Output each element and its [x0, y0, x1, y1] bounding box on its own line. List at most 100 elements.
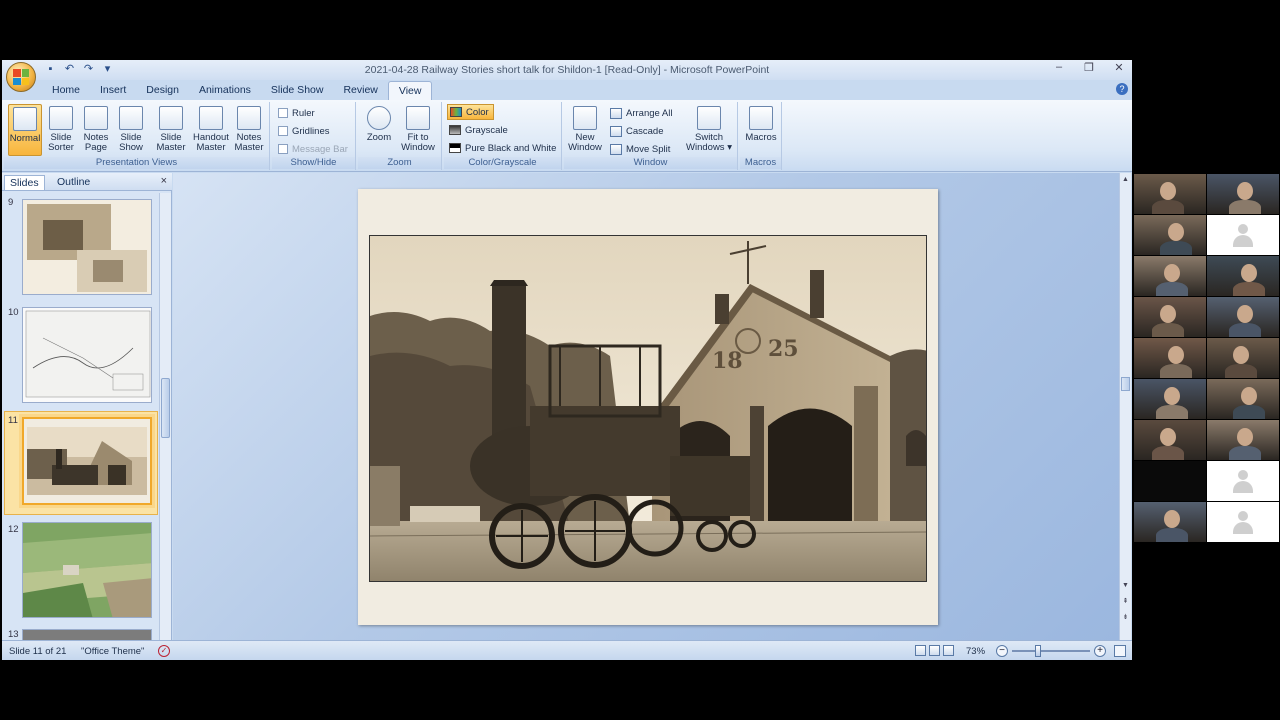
tab-insert[interactable]: Insert: [90, 81, 136, 100]
slide-thumbnail-10[interactable]: [22, 307, 152, 403]
zoom-slider[interactable]: [1012, 650, 1090, 652]
normal-view-icon: [13, 107, 37, 131]
sepia-photo-image: 18 25: [370, 236, 926, 581]
participant-body: [1152, 323, 1184, 337]
slide-sorter-button[interactable]: Slide Sorter: [44, 104, 78, 156]
participant-face: [1237, 182, 1253, 200]
notes-page-icon: [84, 106, 108, 130]
zoom-level[interactable]: 73%: [966, 646, 985, 657]
slide-thumbnail-13[interactable]: [22, 629, 152, 640]
macros-button[interactable]: Macros: [744, 104, 778, 156]
zoom-button[interactable]: Zoom: [362, 104, 396, 156]
participant-video-tile[interactable]: [1207, 215, 1279, 255]
zoom-slider-knob[interactable]: [1035, 645, 1041, 657]
group-label-window: Window: [564, 157, 737, 169]
normal-view-icon[interactable]: [915, 645, 926, 656]
color-button[interactable]: Color: [447, 104, 494, 120]
participant-video-tile[interactable]: [1134, 297, 1206, 337]
participant-video-tile[interactable]: [1207, 256, 1279, 296]
slide-thumbnail-12[interactable]: [22, 522, 152, 618]
status-bar: Slide 11 of 21 "Office Theme" ✓ 73% − +: [2, 640, 1132, 660]
locomotive-shed-photo[interactable]: 18 25: [369, 235, 927, 582]
tab-view[interactable]: View: [387, 81, 433, 100]
panel-close-icon[interactable]: ×: [161, 175, 167, 187]
new-window-icon: [573, 106, 597, 130]
office-button[interactable]: [6, 62, 36, 92]
panel-scrollbar[interactable]: [159, 193, 171, 640]
pure-black-white-button[interactable]: Pure Black and White: [449, 140, 556, 156]
participant-face: [1164, 387, 1180, 405]
tab-slides[interactable]: Slides: [4, 175, 45, 190]
participant-video-tile[interactable]: [1207, 420, 1279, 460]
participant-video-tile[interactable]: [1207, 379, 1279, 419]
participant-video-tile[interactable]: [1134, 420, 1206, 460]
participant-video-tile[interactable]: [1207, 338, 1279, 378]
notes-page-button[interactable]: Notes Page: [79, 104, 113, 156]
participant-face: [1241, 264, 1257, 282]
normal-view-button[interactable]: Normal: [8, 104, 42, 156]
slide-thumbnail-9[interactable]: [22, 199, 152, 295]
tab-animations[interactable]: Animations: [189, 81, 261, 100]
participant-video-tile[interactable]: [1207, 174, 1279, 214]
slide-scroll-thumb[interactable]: [1121, 377, 1130, 391]
close-button[interactable]: ✕: [1112, 61, 1126, 74]
previous-slide-icon[interactable]: ⇞: [1121, 597, 1130, 607]
switch-windows-button[interactable]: Switch Windows ▾: [684, 104, 734, 156]
participant-body: [1152, 200, 1184, 214]
redo-icon[interactable]: ↷: [82, 63, 95, 76]
participant-video-tile[interactable]: [1207, 461, 1279, 501]
participant-face: [1233, 346, 1249, 364]
help-icon[interactable]: ?: [1116, 83, 1128, 95]
participant-video-tile[interactable]: [1134, 174, 1206, 214]
participant-video-tile[interactable]: [1134, 215, 1206, 255]
move-split-button[interactable]: Move Split: [610, 141, 670, 157]
cascade-button[interactable]: Cascade: [610, 123, 664, 139]
slide-show-icon[interactable]: [943, 645, 954, 656]
new-window-button[interactable]: New Window: [568, 104, 602, 156]
zoom-out-icon[interactable]: −: [996, 645, 1008, 657]
date-left-text: 18: [712, 348, 743, 374]
zoom-in-icon[interactable]: +: [1094, 645, 1106, 657]
undo-icon[interactable]: ↶: [63, 63, 76, 76]
panel-scroll-thumb[interactable]: [161, 378, 170, 438]
ruler-checkbox[interactable]: Ruler: [278, 105, 315, 121]
spell-check-icon[interactable]: ✓: [158, 645, 170, 657]
current-slide[interactable]: 18 25: [358, 189, 938, 625]
notes-master-button[interactable]: Notes Master: [232, 104, 266, 156]
tab-slide-show[interactable]: Slide Show: [261, 81, 334, 100]
macros-icon: [749, 106, 773, 130]
scroll-up-icon[interactable]: ▲: [1121, 175, 1130, 185]
tab-home[interactable]: Home: [42, 81, 90, 100]
fit-to-window-button[interactable]: Fit to Window: [398, 104, 438, 156]
slide-show-button[interactable]: Slide Show: [114, 104, 148, 156]
participant-video-tile[interactable]: [1134, 461, 1206, 501]
arrange-all-button[interactable]: Arrange All: [610, 105, 672, 121]
fit-slide-icon[interactable]: [1114, 645, 1126, 657]
minimize-button[interactable]: –: [1052, 61, 1066, 74]
slide-master-button[interactable]: Slide Master: [154, 104, 188, 156]
tab-outline[interactable]: Outline: [52, 175, 95, 189]
participant-video-tile[interactable]: [1134, 256, 1206, 296]
scroll-down-icon[interactable]: ▼: [1121, 581, 1130, 591]
maximize-button[interactable]: ❐: [1082, 61, 1096, 74]
grayscale-button[interactable]: Grayscale: [449, 122, 508, 138]
participant-video-tile[interactable]: [1134, 338, 1206, 378]
arrange-all-icon: [610, 107, 622, 119]
participant-video-tile[interactable]: [1134, 379, 1206, 419]
slide-thumbnail-11[interactable]: [22, 417, 152, 505]
slide-vertical-scrollbar[interactable]: ▲ ▼ ⇞ ⇟: [1119, 173, 1131, 640]
save-icon[interactable]: ▪: [44, 63, 57, 76]
group-presentation-views: Normal Slide Sorter Notes Page Slide Sho…: [4, 102, 270, 170]
tab-design[interactable]: Design: [136, 81, 189, 100]
participant-video-tile[interactable]: [1207, 297, 1279, 337]
gridlines-checkbox[interactable]: Gridlines: [278, 123, 330, 139]
next-slide-icon[interactable]: ⇟: [1121, 613, 1130, 623]
slide-sorter-icon[interactable]: [929, 645, 940, 656]
customize-qat-icon[interactable]: ▾: [101, 63, 114, 76]
group-show-hide: Ruler Gridlines Message Bar Show/Hide: [272, 102, 356, 170]
participant-video-tile[interactable]: [1207, 502, 1279, 542]
group-label-presentation-views: Presentation Views: [4, 157, 269, 169]
tab-review[interactable]: Review: [333, 81, 387, 100]
participant-video-tile[interactable]: [1134, 502, 1206, 542]
handout-master-button[interactable]: Handout Master: [192, 104, 230, 156]
